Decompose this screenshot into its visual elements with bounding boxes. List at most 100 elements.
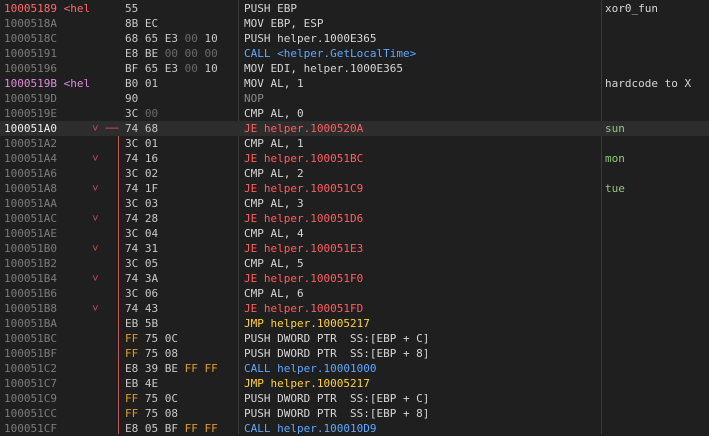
comment-cell bbox=[605, 16, 709, 31]
disasm-row[interactable]: 10005196 BF 65 E3 00 10 MOV EDI, helper.10… bbox=[0, 61, 709, 76]
disasm-row[interactable]: 100051A2 3C 01 CMP AL, 1 bbox=[0, 136, 709, 151]
bytes-cell: 74 1F bbox=[125, 181, 235, 196]
jump-arrow-icon bbox=[92, 226, 122, 241]
byte: 05 bbox=[144, 422, 165, 435]
jump-arrow-icon bbox=[92, 316, 122, 331]
bytes-cell: EB 5B bbox=[125, 316, 235, 331]
jump-arrow-icon bbox=[92, 91, 122, 106]
comment-cell bbox=[605, 166, 709, 181]
jump-arrow-icon: ˅ bbox=[92, 302, 99, 315]
disasm-row[interactable]: 1000518C 68 65 E3 00 10 PUSH helper.1000E3… bbox=[0, 31, 709, 46]
jump-arrow-icon: ˅ ── bbox=[92, 122, 119, 135]
byte: 55 bbox=[125, 2, 139, 15]
jump-arrow-icon bbox=[92, 406, 122, 421]
address-cell: 100051C2 bbox=[4, 362, 57, 375]
byte: 74 bbox=[125, 152, 145, 165]
jump-arrow-icon bbox=[92, 361, 122, 376]
byte: 1F bbox=[144, 182, 159, 195]
jump-arrow-icon bbox=[92, 46, 122, 61]
byte: E8 bbox=[125, 47, 145, 60]
jump-arrow-icon bbox=[92, 61, 122, 76]
disasm-row[interactable]: 1000519D 90 NOP bbox=[0, 91, 709, 106]
disasm-row[interactable]: 100051BC FF 75 0C PUSH DWORD PTR SS:[EBP +… bbox=[0, 331, 709, 346]
byte: 74 bbox=[125, 272, 145, 285]
address-cell: 100051AC bbox=[4, 212, 57, 225]
comment-cell bbox=[605, 391, 709, 406]
instruction-cell: PUSH DWORD PTR SS:[EBP + 8] bbox=[244, 347, 430, 360]
instruction-cell: PUSH EBP bbox=[244, 2, 297, 15]
byte: 3C bbox=[125, 167, 145, 180]
byte: 3C bbox=[125, 287, 145, 300]
disasm-row[interactable]: 100051CC FF 75 08 PUSH DWORD PTR SS:[EBP +… bbox=[0, 406, 709, 421]
instruction-cell: CMP AL, 1 bbox=[244, 137, 304, 150]
disasm-row[interactable]: 100051B0 ˅ 74 31 JE helper.100051E3 bbox=[0, 241, 709, 256]
byte: 00 bbox=[184, 47, 205, 60]
address-cell: 100051AA bbox=[4, 197, 57, 210]
disasm-row[interactable]: 100051AE 3C 04 CMP AL, 4 bbox=[0, 226, 709, 241]
instruction-cell: MOV AL, 1 bbox=[244, 77, 304, 90]
address-cell: 100051BF bbox=[4, 347, 57, 360]
byte: 08 bbox=[164, 347, 178, 360]
address-cell: 10005189 <helpe bbox=[4, 2, 91, 15]
byte: 28 bbox=[144, 212, 159, 225]
address-cell: 100051A0 bbox=[4, 122, 57, 135]
disasm-row[interactable]: 100051A4 ˅ 74 16 JE helper.100051BC mon bbox=[0, 151, 709, 166]
bytes-cell: 8B EC bbox=[125, 16, 235, 31]
disasm-row[interactable]: 100051AA 3C 03 CMP AL, 3 bbox=[0, 196, 709, 211]
address-cell: 1000519D bbox=[4, 92, 57, 105]
disasm-row[interactable]: 100051C9 FF 75 0C PUSH DWORD PTR SS:[EBP +… bbox=[0, 391, 709, 406]
byte: 02 bbox=[144, 167, 159, 180]
byte: FF bbox=[125, 332, 145, 345]
comment-cell bbox=[605, 346, 709, 361]
bytes-cell: E8 BE 00 00 00 bbox=[125, 46, 235, 61]
bytes-cell: 68 65 E3 00 10 bbox=[125, 31, 235, 46]
byte: FF bbox=[125, 407, 145, 420]
address-cell: 100051AE bbox=[4, 227, 57, 240]
disasm-row[interactable]: 100051BA EB 5B JMP helper.10005217 bbox=[0, 316, 709, 331]
instruction-cell: CMP AL, 2 bbox=[244, 167, 304, 180]
bytes-cell: 3C 04 bbox=[125, 226, 235, 241]
byte: 75 bbox=[144, 392, 165, 405]
byte: 10 bbox=[204, 62, 218, 75]
comment-cell bbox=[605, 256, 709, 271]
byte: BE bbox=[144, 47, 165, 60]
disasm-row[interactable]: 100051BF FF 75 08 PUSH DWORD PTR SS:[EBP +… bbox=[0, 346, 709, 361]
comment-cell bbox=[605, 376, 709, 391]
disasm-row[interactable]: 100051A0 ˅ ── 74 68 JE helper.1000520A sun bbox=[0, 121, 709, 136]
disasm-row[interactable]: 100051A6 3C 02 CMP AL, 2 bbox=[0, 166, 709, 181]
bytes-cell: 3C 00 bbox=[125, 106, 235, 121]
byte: 10 bbox=[204, 32, 218, 45]
byte: EC bbox=[144, 17, 159, 30]
instruction-cell: JMP helper.10005217 bbox=[244, 317, 370, 330]
disasm-row[interactable]: 1000519B <helpe B0 01 MOV AL, 1 hardcode to… bbox=[0, 76, 709, 91]
bytes-cell: 74 28 bbox=[125, 211, 235, 226]
disasm-row[interactable]: 100051B8 ˅ 74 43 JE helper.100051FD bbox=[0, 301, 709, 316]
bytes-cell: 90 bbox=[125, 91, 235, 106]
instruction-cell: JE helper.100051D6 bbox=[244, 212, 364, 225]
disasm-row[interactable]: 100051C2 E8 39 BE FF FF CALL helper.100010… bbox=[0, 361, 709, 376]
instruction-cell: JE helper.100051E3 bbox=[244, 242, 364, 255]
disasm-row[interactable]: 1000518A 8B EC MOV EBP, ESP bbox=[0, 16, 709, 31]
disasm-row[interactable]: 100051C7 EB 4E JMP helper.10005217 bbox=[0, 376, 709, 391]
comment-cell: hardcode to X bbox=[605, 77, 692, 90]
disasm-row[interactable]: 10005191 E8 BE 00 00 00 CALL <helper.GetLo… bbox=[0, 46, 709, 61]
byte: FF bbox=[184, 362, 205, 375]
byte: 31 bbox=[144, 242, 159, 255]
address-cell: 100051C9 bbox=[4, 392, 57, 405]
disasm-row[interactable]: 10005189 <helpe 55 PUSH EBP xor0_fun bbox=[0, 1, 709, 16]
byte: 4E bbox=[144, 377, 159, 390]
disasm-row[interactable]: 100051B4 ˅ 74 3A JE helper.100051F0 bbox=[0, 271, 709, 286]
address-cell: 1000518A bbox=[4, 17, 57, 30]
bytes-cell: B0 01 bbox=[125, 76, 235, 91]
disassembly-view[interactable]: 10005189 <helpe55PUSH EBPxor0_fun1000518… bbox=[0, 0, 709, 435]
comment-cell bbox=[605, 196, 709, 211]
disasm-row[interactable]: 100051AC ˅ 74 28 JE helper.100051D6 bbox=[0, 211, 709, 226]
disasm-row[interactable]: 1000519E 3C 00 CMP AL, 0 bbox=[0, 106, 709, 121]
disasm-row[interactable]: 100051B2 3C 05 CMP AL, 5 bbox=[0, 256, 709, 271]
byte: BF bbox=[125, 62, 145, 75]
address-cell: 100051B4 bbox=[4, 272, 57, 285]
disasm-row[interactable]: 100051B6 3C 06 CMP AL, 6 bbox=[0, 286, 709, 301]
bytes-cell: 3C 05 bbox=[125, 256, 235, 271]
disasm-row[interactable]: 100051A8 ˅ 74 1F JE helper.100051C9 tue bbox=[0, 181, 709, 196]
byte: 3C bbox=[125, 197, 145, 210]
